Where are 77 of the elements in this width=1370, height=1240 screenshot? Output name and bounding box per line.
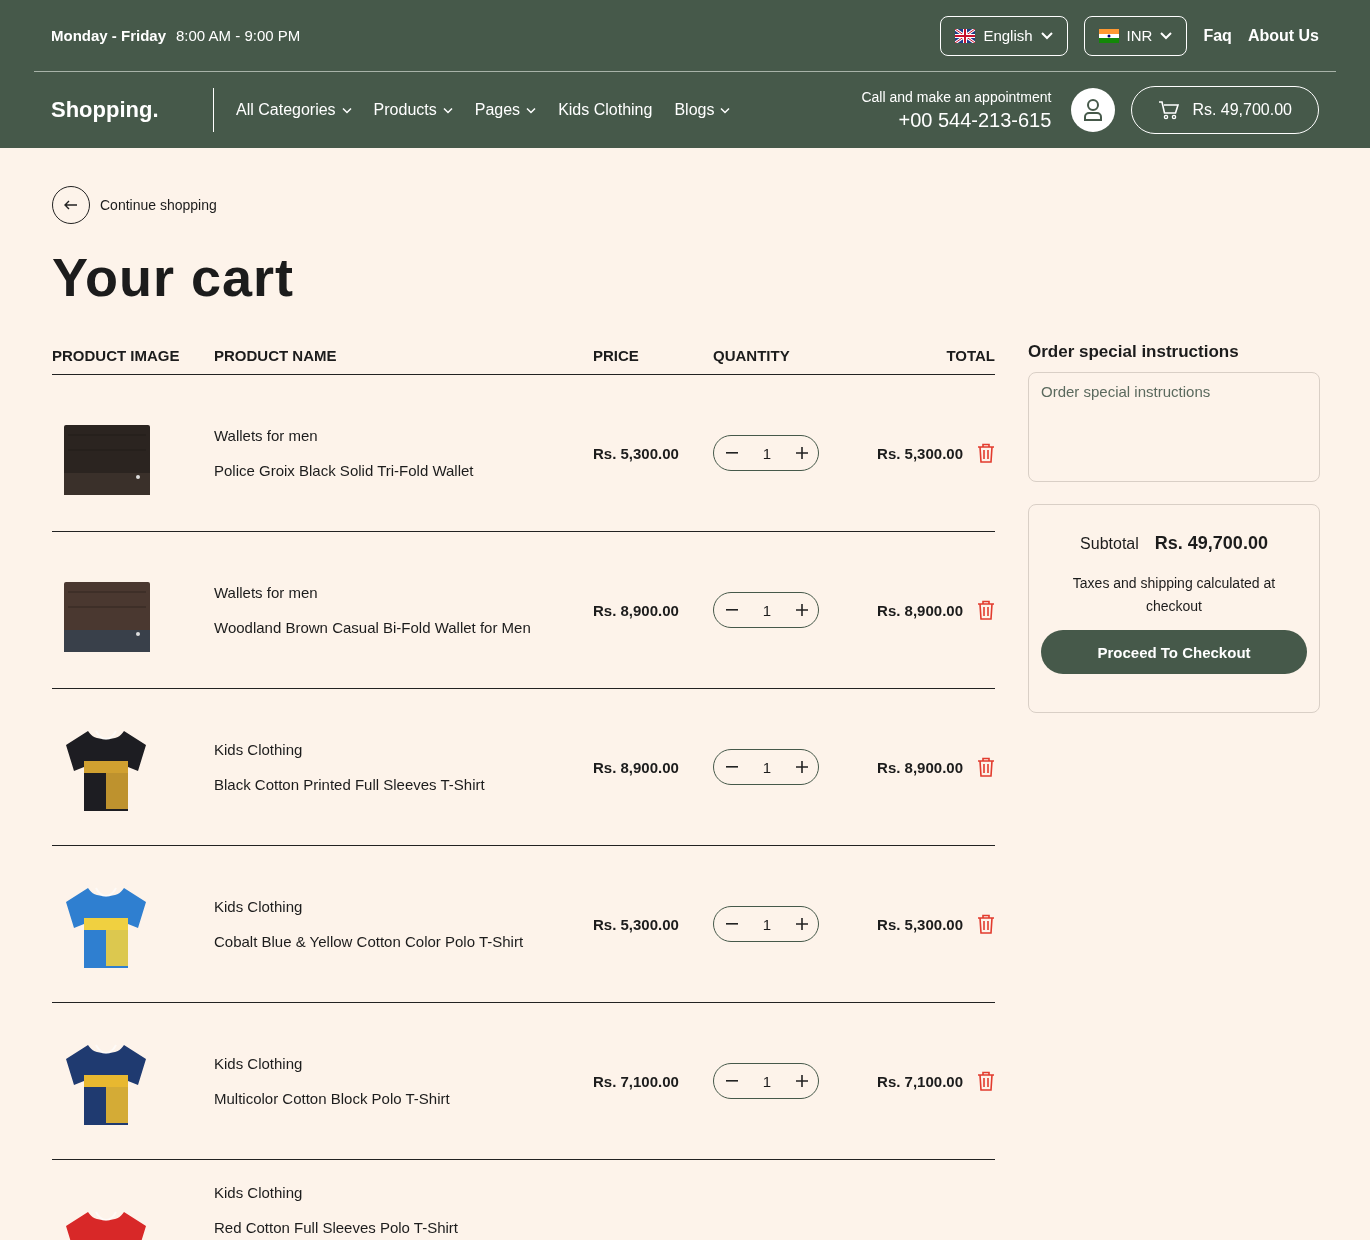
product-name[interactable]: Cobalt Blue & Yellow Cotton Color Polo T-Shirt <box>214 933 593 950</box>
plus-icon[interactable] <box>796 447 808 459</box>
quantity-value: 1 <box>762 444 772 462</box>
product-name[interactable]: Multicolor Cotton Block Polo T-Shirt <box>214 1090 593 1107</box>
chevron-down-icon <box>1160 31 1173 40</box>
product-price: Rs. 5,300.00 <box>593 444 679 462</box>
product-price: Rs. 8,900.00 <box>593 758 679 776</box>
product-category: Kids Clothing <box>214 1055 304 1072</box>
trash-icon[interactable] <box>977 443 995 463</box>
product-name[interactable]: Woodland Brown Casual Bi-Fold Wallet for Men <box>214 619 593 636</box>
product-category: Wallets for men <box>214 584 319 601</box>
line-total: Rs. 5,300.00 <box>877 444 963 462</box>
product-price: Rs. 7,100.00 <box>593 1072 679 1090</box>
column-header: PRICE <box>593 346 640 364</box>
tax-note: Taxes and shipping calculated at checkout <box>1071 574 1277 616</box>
product-price: Rs. 5,300.00 <box>593 915 679 933</box>
nav-item[interactable]: Products <box>373 101 453 119</box>
product-name[interactable]: Black Cotton Printed Full Sleeves T-Shirt <box>214 776 593 793</box>
minus-icon[interactable] <box>726 609 738 611</box>
minus-icon[interactable] <box>726 452 738 454</box>
flag-icon <box>955 28 976 43</box>
minus-icon[interactable] <box>726 1080 738 1082</box>
line-total: Rs. 8,900.00 <box>877 601 963 619</box>
hours-time: 8:00 AM - 9:00 PM <box>176 27 301 44</box>
product-category: Kids Clothing <box>214 741 304 758</box>
plus-icon[interactable] <box>796 918 808 930</box>
quantity-value: 1 <box>762 758 772 776</box>
column-header: PRODUCT IMAGE <box>52 346 181 364</box>
subtotal-label: Subtotal <box>1080 535 1139 553</box>
line-total: Rs. 7,100.00 <box>877 1072 963 1090</box>
product-name[interactable]: Red Cotton Full Sleeves Polo T-Shirt <box>214 1219 593 1236</box>
line-total: Rs. 8,900.00 <box>877 758 963 776</box>
continue-shopping-link[interactable]: Continue shopping <box>52 186 217 224</box>
plus-icon[interactable] <box>796 761 808 773</box>
quantity-value: 1 <box>762 601 772 619</box>
product-name[interactable]: Police Groix Black Solid Tri-Fold Wallet <box>214 462 593 479</box>
logo[interactable]: Shopping. <box>51 97 213 123</box>
instructions-field[interactable]: Order special instructions <box>1028 372 1320 482</box>
top-link[interactable]: Faq <box>1203 26 1232 45</box>
language-select[interactable]: English <box>940 15 1068 56</box>
flag-icon <box>1098 28 1119 43</box>
nav-item[interactable]: Pages <box>474 101 537 119</box>
top-link[interactable]: About Us <box>1247 26 1319 45</box>
trash-icon[interactable] <box>977 757 995 777</box>
column-header: TOTAL <box>945 346 995 364</box>
cart-icon <box>1158 100 1181 120</box>
product-category: Wallets for men <box>214 427 319 444</box>
call-label: Call and make an appointment <box>861 88 1052 105</box>
minus-icon[interactable] <box>726 923 738 925</box>
arrow-left-icon <box>64 200 78 210</box>
hours-days: Monday - Friday <box>51 27 166 44</box>
quantity-value: 1 <box>762 915 772 933</box>
user-icon <box>1083 98 1104 122</box>
account-button[interactable] <box>1071 88 1116 132</box>
nav-item[interactable]: Blogs <box>674 101 731 119</box>
plus-icon[interactable] <box>796 1075 808 1087</box>
product-category: Kids Clothing <box>214 1184 304 1201</box>
nav-item[interactable]: Kids Clothing <box>558 101 653 119</box>
line-total: Rs. 5,300.00 <box>877 915 963 933</box>
instructions-heading: Order special instructions <box>1028 342 1240 363</box>
column-header: PRODUCT NAME <box>214 346 338 364</box>
plus-icon[interactable] <box>796 604 808 616</box>
product-category: Kids Clothing <box>214 898 304 915</box>
trash-icon[interactable] <box>977 914 995 934</box>
column-header: QUANTITY <box>713 346 791 364</box>
minus-icon[interactable] <box>726 766 738 768</box>
trash-icon[interactable] <box>977 1071 995 1091</box>
quantity-value: 1 <box>762 1072 772 1090</box>
chevron-down-icon <box>1040 31 1053 40</box>
page-title: Your cart <box>52 246 296 308</box>
phone-number: +00 544-213-615 <box>898 108 1052 132</box>
checkout-button[interactable]: Proceed To Checkout <box>1041 630 1307 674</box>
subtotal-value: Rs. 49,700.00 <box>1154 533 1268 554</box>
product-price: Rs. 8,900.00 <box>593 601 679 619</box>
nav-item[interactable]: All Categories <box>236 101 352 119</box>
currency-select[interactable]: INR <box>1083 15 1188 56</box>
trash-icon[interactable] <box>977 600 995 620</box>
